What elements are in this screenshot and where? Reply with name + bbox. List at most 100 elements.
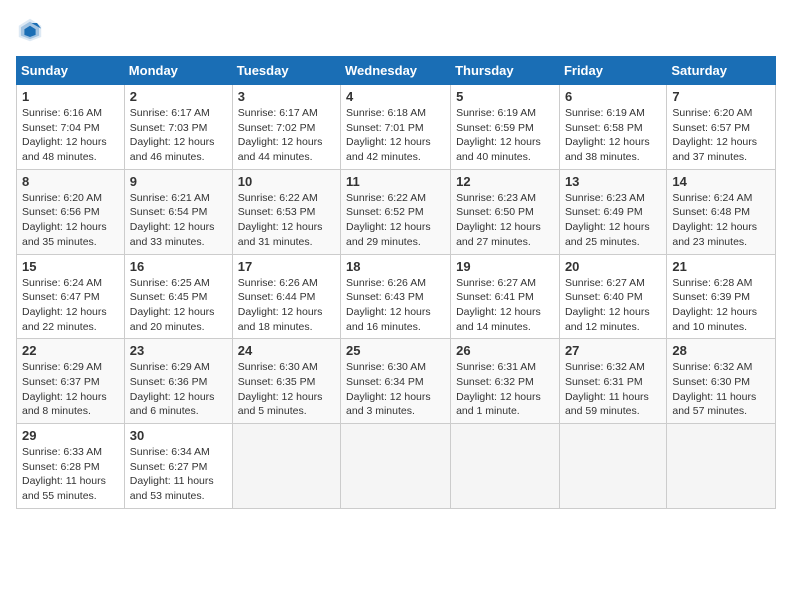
day-number: 25 bbox=[346, 343, 445, 358]
day-info: Sunrise: 6:17 AM Sunset: 7:02 PM Dayligh… bbox=[238, 106, 335, 165]
weekday-header-friday: Friday bbox=[559, 57, 666, 85]
calendar-cell: 6 Sunrise: 6:19 AM Sunset: 6:58 PM Dayli… bbox=[559, 85, 666, 170]
calendar-cell: 23 Sunrise: 6:29 AM Sunset: 6:36 PM Dayl… bbox=[124, 339, 232, 424]
calendar-cell: 15 Sunrise: 6:24 AM Sunset: 6:47 PM Dayl… bbox=[17, 254, 125, 339]
day-number: 9 bbox=[130, 174, 227, 189]
calendar-cell: 3 Sunrise: 6:17 AM Sunset: 7:02 PM Dayli… bbox=[232, 85, 340, 170]
weekday-header-thursday: Thursday bbox=[451, 57, 560, 85]
day-info: Sunrise: 6:19 AM Sunset: 6:59 PM Dayligh… bbox=[456, 106, 554, 165]
day-info: Sunrise: 6:28 AM Sunset: 6:39 PM Dayligh… bbox=[672, 276, 770, 335]
day-number: 2 bbox=[130, 89, 227, 104]
day-number: 5 bbox=[456, 89, 554, 104]
calendar-cell: 5 Sunrise: 6:19 AM Sunset: 6:59 PM Dayli… bbox=[451, 85, 560, 170]
calendar-week-row: 8 Sunrise: 6:20 AM Sunset: 6:56 PM Dayli… bbox=[17, 169, 776, 254]
calendar-cell: 4 Sunrise: 6:18 AM Sunset: 7:01 PM Dayli… bbox=[341, 85, 451, 170]
day-info: Sunrise: 6:23 AM Sunset: 6:50 PM Dayligh… bbox=[456, 191, 554, 250]
day-info: Sunrise: 6:17 AM Sunset: 7:03 PM Dayligh… bbox=[130, 106, 227, 165]
calendar-cell bbox=[232, 424, 340, 509]
day-number: 24 bbox=[238, 343, 335, 358]
day-info: Sunrise: 6:27 AM Sunset: 6:41 PM Dayligh… bbox=[456, 276, 554, 335]
calendar-cell: 10 Sunrise: 6:22 AM Sunset: 6:53 PM Dayl… bbox=[232, 169, 340, 254]
day-number: 30 bbox=[130, 428, 227, 443]
calendar-cell: 2 Sunrise: 6:17 AM Sunset: 7:03 PM Dayli… bbox=[124, 85, 232, 170]
day-number: 29 bbox=[22, 428, 119, 443]
calendar-cell bbox=[559, 424, 666, 509]
weekday-header-row: SundayMondayTuesdayWednesdayThursdayFrid… bbox=[17, 57, 776, 85]
day-number: 27 bbox=[565, 343, 661, 358]
day-info: Sunrise: 6:25 AM Sunset: 6:45 PM Dayligh… bbox=[130, 276, 227, 335]
day-number: 11 bbox=[346, 174, 445, 189]
day-info: Sunrise: 6:21 AM Sunset: 6:54 PM Dayligh… bbox=[130, 191, 227, 250]
day-number: 4 bbox=[346, 89, 445, 104]
calendar-cell: 18 Sunrise: 6:26 AM Sunset: 6:43 PM Dayl… bbox=[341, 254, 451, 339]
day-info: Sunrise: 6:31 AM Sunset: 6:32 PM Dayligh… bbox=[456, 360, 554, 419]
weekday-header-tuesday: Tuesday bbox=[232, 57, 340, 85]
day-info: Sunrise: 6:20 AM Sunset: 6:57 PM Dayligh… bbox=[672, 106, 770, 165]
day-info: Sunrise: 6:30 AM Sunset: 6:34 PM Dayligh… bbox=[346, 360, 445, 419]
day-number: 15 bbox=[22, 259, 119, 274]
day-number: 17 bbox=[238, 259, 335, 274]
calendar-cell: 7 Sunrise: 6:20 AM Sunset: 6:57 PM Dayli… bbox=[667, 85, 776, 170]
day-number: 28 bbox=[672, 343, 770, 358]
calendar-cell: 26 Sunrise: 6:31 AM Sunset: 6:32 PM Dayl… bbox=[451, 339, 560, 424]
day-number: 10 bbox=[238, 174, 335, 189]
weekday-header-sunday: Sunday bbox=[17, 57, 125, 85]
day-number: 7 bbox=[672, 89, 770, 104]
calendar-cell: 21 Sunrise: 6:28 AM Sunset: 6:39 PM Dayl… bbox=[667, 254, 776, 339]
day-number: 3 bbox=[238, 89, 335, 104]
calendar-cell: 24 Sunrise: 6:30 AM Sunset: 6:35 PM Dayl… bbox=[232, 339, 340, 424]
calendar-cell: 11 Sunrise: 6:22 AM Sunset: 6:52 PM Dayl… bbox=[341, 169, 451, 254]
calendar-table: SundayMondayTuesdayWednesdayThursdayFrid… bbox=[16, 56, 776, 509]
day-number: 1 bbox=[22, 89, 119, 104]
calendar-cell: 16 Sunrise: 6:25 AM Sunset: 6:45 PM Dayl… bbox=[124, 254, 232, 339]
day-number: 6 bbox=[565, 89, 661, 104]
day-info: Sunrise: 6:19 AM Sunset: 6:58 PM Dayligh… bbox=[565, 106, 661, 165]
day-number: 23 bbox=[130, 343, 227, 358]
day-number: 22 bbox=[22, 343, 119, 358]
day-number: 20 bbox=[565, 259, 661, 274]
calendar-cell: 22 Sunrise: 6:29 AM Sunset: 6:37 PM Dayl… bbox=[17, 339, 125, 424]
calendar-week-row: 29 Sunrise: 6:33 AM Sunset: 6:28 PM Dayl… bbox=[17, 424, 776, 509]
logo-icon bbox=[16, 16, 44, 44]
calendar-cell: 8 Sunrise: 6:20 AM Sunset: 6:56 PM Dayli… bbox=[17, 169, 125, 254]
day-info: Sunrise: 6:24 AM Sunset: 6:48 PM Dayligh… bbox=[672, 191, 770, 250]
day-info: Sunrise: 6:32 AM Sunset: 6:30 PM Dayligh… bbox=[672, 360, 770, 419]
calendar-cell: 28 Sunrise: 6:32 AM Sunset: 6:30 PM Dayl… bbox=[667, 339, 776, 424]
calendar-cell: 25 Sunrise: 6:30 AM Sunset: 6:34 PM Dayl… bbox=[341, 339, 451, 424]
calendar-cell: 13 Sunrise: 6:23 AM Sunset: 6:49 PM Dayl… bbox=[559, 169, 666, 254]
calendar-cell: 20 Sunrise: 6:27 AM Sunset: 6:40 PM Dayl… bbox=[559, 254, 666, 339]
calendar-cell bbox=[341, 424, 451, 509]
calendar-cell: 14 Sunrise: 6:24 AM Sunset: 6:48 PM Dayl… bbox=[667, 169, 776, 254]
day-number: 26 bbox=[456, 343, 554, 358]
day-info: Sunrise: 6:26 AM Sunset: 6:43 PM Dayligh… bbox=[346, 276, 445, 335]
calendar-cell: 17 Sunrise: 6:26 AM Sunset: 6:44 PM Dayl… bbox=[232, 254, 340, 339]
calendar-cell: 1 Sunrise: 6:16 AM Sunset: 7:04 PM Dayli… bbox=[17, 85, 125, 170]
day-info: Sunrise: 6:29 AM Sunset: 6:37 PM Dayligh… bbox=[22, 360, 119, 419]
weekday-header-saturday: Saturday bbox=[667, 57, 776, 85]
day-info: Sunrise: 6:16 AM Sunset: 7:04 PM Dayligh… bbox=[22, 106, 119, 165]
day-info: Sunrise: 6:29 AM Sunset: 6:36 PM Dayligh… bbox=[130, 360, 227, 419]
day-number: 21 bbox=[672, 259, 770, 274]
calendar-cell bbox=[451, 424, 560, 509]
calendar-cell: 9 Sunrise: 6:21 AM Sunset: 6:54 PM Dayli… bbox=[124, 169, 232, 254]
day-number: 12 bbox=[456, 174, 554, 189]
day-info: Sunrise: 6:30 AM Sunset: 6:35 PM Dayligh… bbox=[238, 360, 335, 419]
day-info: Sunrise: 6:24 AM Sunset: 6:47 PM Dayligh… bbox=[22, 276, 119, 335]
day-info: Sunrise: 6:33 AM Sunset: 6:28 PM Dayligh… bbox=[22, 445, 119, 504]
day-info: Sunrise: 6:20 AM Sunset: 6:56 PM Dayligh… bbox=[22, 191, 119, 250]
calendar-week-row: 1 Sunrise: 6:16 AM Sunset: 7:04 PM Dayli… bbox=[17, 85, 776, 170]
header bbox=[16, 16, 776, 44]
day-number: 19 bbox=[456, 259, 554, 274]
calendar-cell: 29 Sunrise: 6:33 AM Sunset: 6:28 PM Dayl… bbox=[17, 424, 125, 509]
calendar-cell: 27 Sunrise: 6:32 AM Sunset: 6:31 PM Dayl… bbox=[559, 339, 666, 424]
day-info: Sunrise: 6:23 AM Sunset: 6:49 PM Dayligh… bbox=[565, 191, 661, 250]
day-number: 16 bbox=[130, 259, 227, 274]
calendar-cell: 12 Sunrise: 6:23 AM Sunset: 6:50 PM Dayl… bbox=[451, 169, 560, 254]
day-info: Sunrise: 6:27 AM Sunset: 6:40 PM Dayligh… bbox=[565, 276, 661, 335]
logo bbox=[16, 16, 48, 44]
day-info: Sunrise: 6:22 AM Sunset: 6:52 PM Dayligh… bbox=[346, 191, 445, 250]
day-info: Sunrise: 6:34 AM Sunset: 6:27 PM Dayligh… bbox=[130, 445, 227, 504]
weekday-header-wednesday: Wednesday bbox=[341, 57, 451, 85]
calendar-cell: 30 Sunrise: 6:34 AM Sunset: 6:27 PM Dayl… bbox=[124, 424, 232, 509]
weekday-header-monday: Monday bbox=[124, 57, 232, 85]
